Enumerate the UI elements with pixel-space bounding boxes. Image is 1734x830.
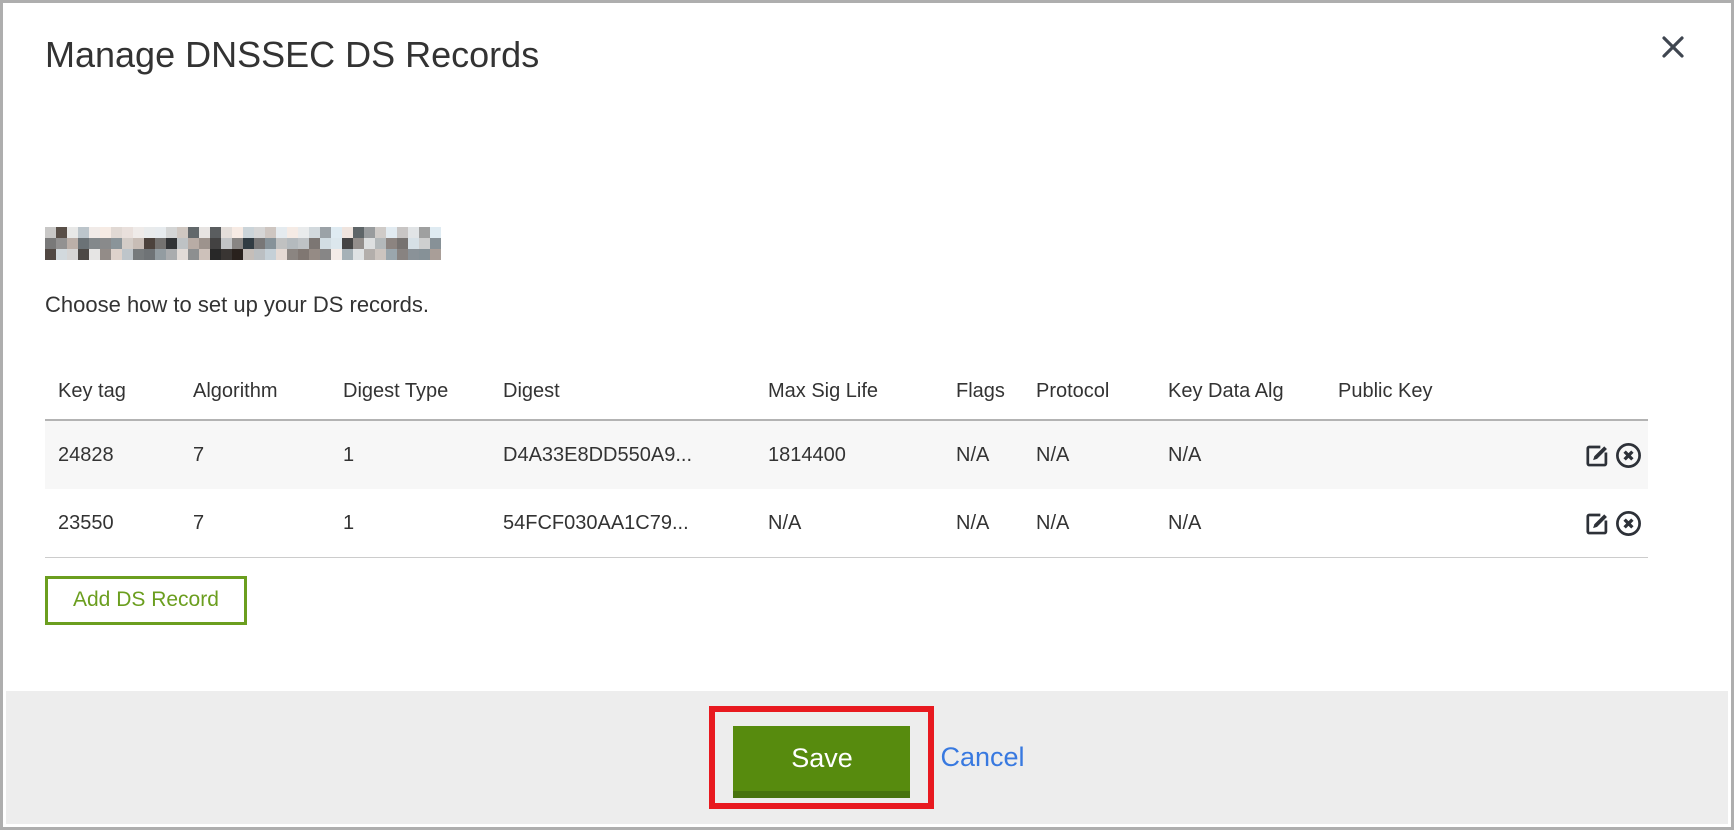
cell-flags: N/A [956, 444, 1036, 467]
cell-protocol: N/A [1036, 512, 1168, 535]
col-header-digest: Digest [503, 380, 768, 403]
cell-key-tag: 24828 [45, 444, 193, 467]
edit-record-button[interactable] [1582, 508, 1613, 539]
cell-algorithm: 7 [193, 444, 343, 467]
table-row: 24828 7 1 D4A33E8DD550A9... 1814400 N/A … [45, 421, 1648, 489]
col-header-max-sig-life: Max Sig Life [768, 380, 956, 403]
cell-key-tag: 23550 [45, 512, 193, 535]
circle-x-icon [1613, 440, 1644, 471]
col-header-key-data-alg: Key Data Alg [1168, 380, 1338, 403]
cell-max-sig-life: 1814400 [768, 444, 956, 467]
cell-algorithm: 7 [193, 512, 343, 535]
cell-digest-type: 1 [343, 512, 503, 535]
intro-text: Choose how to set up your DS records. [45, 291, 1645, 319]
redacted-domain-name [45, 227, 441, 260]
cell-digest: 54FCF030AA1C79... [503, 512, 768, 535]
cell-max-sig-life: N/A [768, 512, 956, 535]
cell-key-data-alg: N/A [1168, 444, 1338, 467]
dialog-title: Manage DNSSEC DS Records [45, 31, 1645, 78]
col-header-flags: Flags [956, 380, 1036, 403]
table-row: 23550 7 1 54FCF030AA1C79... N/A N/A N/A … [45, 489, 1648, 557]
edit-record-button[interactable] [1582, 440, 1613, 471]
col-header-digest-type: Digest Type [343, 380, 503, 403]
table-header-row: Key tag Algorithm Digest Type Digest Max… [45, 361, 1648, 419]
cell-flags: N/A [956, 512, 1036, 535]
delete-record-button[interactable] [1613, 508, 1644, 539]
circle-x-icon [1613, 508, 1644, 539]
add-ds-record-button[interactable]: Add DS Record [45, 576, 247, 625]
save-button[interactable]: Save [733, 726, 910, 798]
red-annotation-box: Save [709, 706, 934, 809]
cell-protocol: N/A [1036, 444, 1168, 467]
col-header-algorithm: Algorithm [193, 380, 343, 403]
table-body: 24828 7 1 D4A33E8DD550A9... 1814400 N/A … [45, 419, 1648, 558]
cell-digest-type: 1 [343, 444, 503, 467]
col-header-key-tag: Key tag [45, 380, 193, 403]
edit-pencil-icon [1582, 440, 1613, 471]
cancel-link[interactable]: Cancel [940, 742, 1024, 773]
col-header-public-key: Public Key [1338, 380, 1553, 403]
manage-dnssec-dialog: { "dialog": { "title": "Manage DNSSEC DS… [0, 0, 1734, 830]
edit-pencil-icon [1582, 508, 1613, 539]
cell-key-data-alg: N/A [1168, 512, 1338, 535]
cell-digest: D4A33E8DD550A9... [503, 444, 768, 467]
dialog-footer: Save Cancel [6, 691, 1728, 824]
delete-record-button[interactable] [1613, 440, 1644, 471]
ds-records-table: Key tag Algorithm Digest Type Digest Max… [45, 361, 1648, 558]
col-header-protocol: Protocol [1036, 380, 1168, 403]
